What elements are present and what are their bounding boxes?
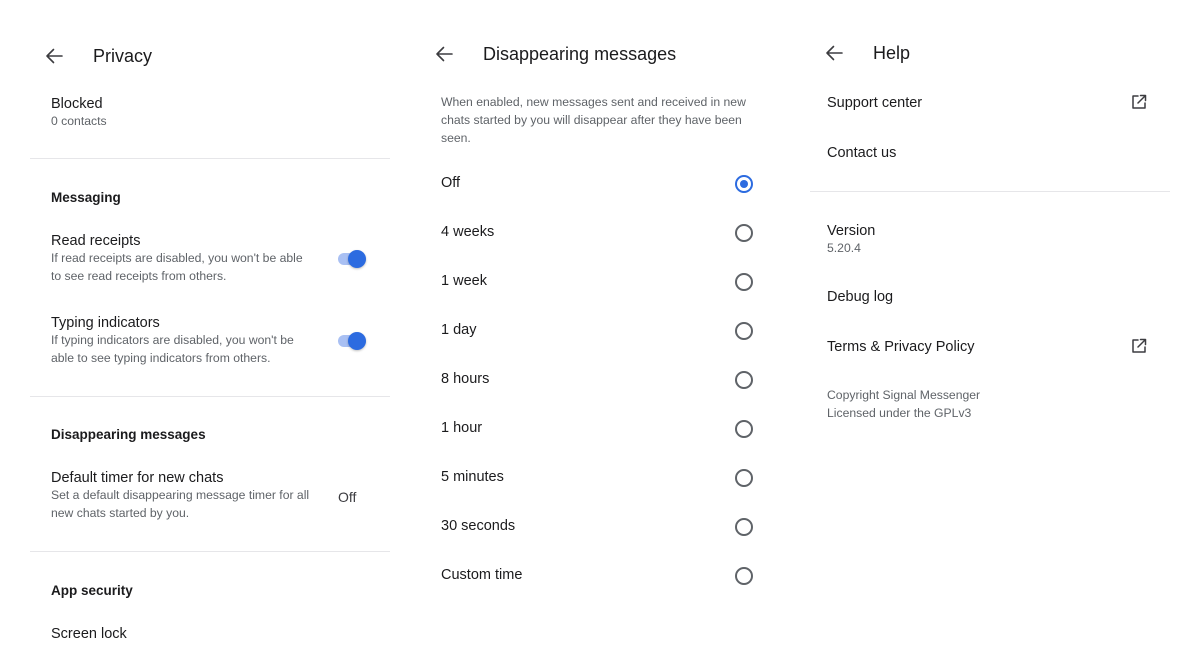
arrow-left-icon xyxy=(46,48,63,64)
radio-button[interactable] xyxy=(735,420,753,438)
timer-option[interactable]: 4 weeks xyxy=(420,213,780,253)
disappearing-header: Disappearing messages xyxy=(51,427,206,442)
timer-option-label: 30 seconds xyxy=(441,518,516,534)
privacy-app-bar: Privacy xyxy=(30,36,390,76)
timer-option-label: 5 minutes xyxy=(441,469,504,485)
timer-option[interactable]: 5 minutes xyxy=(420,458,780,498)
license-text: Licensed under the GPLv3 xyxy=(827,406,972,420)
default-timer-value: Off xyxy=(338,489,357,505)
typing-indicators-title: Typing indicators xyxy=(51,315,160,331)
privacy-screen: Privacy Blocked 0 contacts Messaging Rea… xyxy=(30,0,390,670)
timer-option-label: Off xyxy=(441,175,461,191)
read-receipts-toggle[interactable] xyxy=(338,249,368,269)
blocked-summary: 0 contacts xyxy=(51,114,107,128)
messaging-header: Messaging xyxy=(51,190,121,205)
app-security-header: App security xyxy=(51,583,133,598)
timer-option-label: 1 week xyxy=(441,273,487,289)
radio-button[interactable] xyxy=(735,273,753,291)
contact-us-item[interactable]: Contact us xyxy=(827,145,896,161)
timer-option[interactable]: 1 hour xyxy=(420,409,780,449)
page-title: Privacy xyxy=(93,45,153,66)
timer-option[interactable]: 1 day xyxy=(420,311,780,351)
arrow-left-icon xyxy=(436,46,453,62)
version-item: Version 5.20.4 xyxy=(827,223,875,257)
radio-button[interactable] xyxy=(735,371,753,389)
default-timer-summary: Set a default disappearing message timer… xyxy=(51,488,310,520)
external-link-icon xyxy=(1132,338,1147,353)
arrow-left-icon xyxy=(826,45,843,61)
terms-external-link[interactable] xyxy=(1130,337,1148,355)
help-screen: Help Support center Contact us Version 5… xyxy=(810,0,1170,670)
typing-indicators-summary: If typing indicators are disabled, you w… xyxy=(51,333,294,365)
typing-indicators-item[interactable]: Typing indicators If typing indicators a… xyxy=(51,315,311,367)
radio-button-checked[interactable] xyxy=(735,175,753,193)
radio-button[interactable] xyxy=(735,518,753,536)
read-receipts-summary: If read receipts are disabled, you won't… xyxy=(51,251,303,283)
copyright-info: Copyright Signal Messenger Licensed unde… xyxy=(827,386,980,422)
radio-button[interactable] xyxy=(735,469,753,487)
timer-option[interactable]: 30 seconds xyxy=(420,507,780,547)
timer-option-label: 1 day xyxy=(441,322,477,338)
radio-button[interactable] xyxy=(735,224,753,242)
divider xyxy=(810,191,1170,192)
blocked-title: Blocked xyxy=(51,96,103,112)
divider xyxy=(30,158,390,159)
back-button[interactable] xyxy=(822,41,846,65)
timer-option-label: Custom time xyxy=(441,567,523,583)
page-title: Disappearing messages xyxy=(483,43,677,64)
disappearing-description: When enabled, new messages sent and rece… xyxy=(441,95,746,145)
radio-button[interactable] xyxy=(735,322,753,340)
screen-lock-item[interactable]: Screen lock xyxy=(51,626,127,642)
divider xyxy=(30,396,390,397)
timer-option-label: 4 weeks xyxy=(441,224,495,240)
timer-option[interactable]: Custom time xyxy=(420,556,780,596)
external-link-icon xyxy=(1132,94,1147,109)
timer-option[interactable]: 8 hours xyxy=(420,360,780,400)
timer-option-label: 1 hour xyxy=(441,420,483,436)
copyright-text: Copyright Signal Messenger xyxy=(827,388,981,402)
disappearing-messages-screen: Disappearing messages When enabled, new … xyxy=(420,0,780,670)
help-app-bar: Help xyxy=(810,33,1170,73)
blocked-item[interactable]: Blocked 0 contacts xyxy=(51,96,107,130)
page-title: Help xyxy=(873,42,911,63)
version-value: 5.20.4 xyxy=(827,241,861,255)
terms-privacy-item[interactable]: Terms & Privacy Policy xyxy=(827,339,974,355)
divider xyxy=(30,551,390,552)
timer-option-label: 8 hours xyxy=(441,371,490,387)
timer-option[interactable]: Off xyxy=(420,164,780,204)
back-button[interactable] xyxy=(42,44,66,68)
default-timer-title: Default timer for new chats xyxy=(51,470,224,486)
version-title: Version xyxy=(827,223,876,239)
default-timer-item[interactable]: Default timer for new chats Set a defaul… xyxy=(51,470,311,522)
debug-log-item[interactable]: Debug log xyxy=(827,289,893,305)
radio-button[interactable] xyxy=(735,567,753,585)
disappearing-app-bar: Disappearing messages xyxy=(420,34,780,74)
timer-option[interactable]: 1 week xyxy=(420,262,780,302)
read-receipts-title: Read receipts xyxy=(51,233,141,249)
support-center-external-link[interactable] xyxy=(1130,93,1148,111)
back-button[interactable] xyxy=(432,42,456,66)
support-center-item[interactable]: Support center xyxy=(827,95,922,111)
read-receipts-item[interactable]: Read receipts If read receipts are disab… xyxy=(51,233,311,285)
typing-indicators-toggle[interactable] xyxy=(338,331,368,351)
